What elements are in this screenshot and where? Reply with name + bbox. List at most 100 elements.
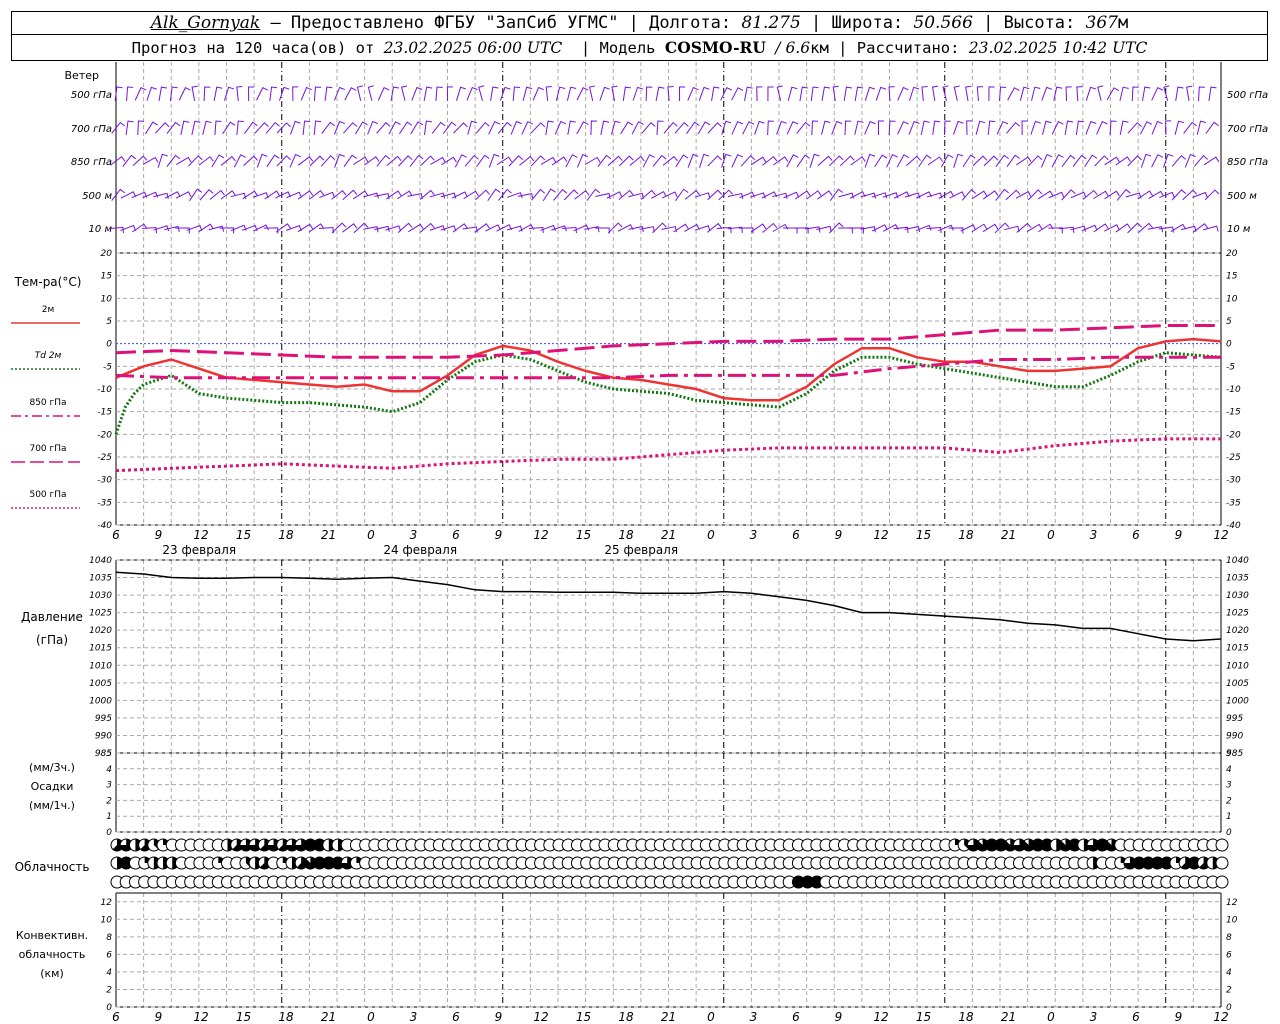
wind-barb — [1119, 86, 1129, 101]
conv-label-1: Конвективн. — [16, 929, 88, 942]
pressure-tick-left: 1040 — [89, 556, 112, 566]
time-tick-bottom: 15 — [576, 1010, 591, 1024]
wind-barb — [942, 85, 949, 101]
wind-barb — [796, 154, 810, 168]
wind-barb — [1051, 154, 1064, 168]
wind-barb — [410, 121, 423, 135]
wind-barb — [1193, 155, 1209, 167]
wind-barb — [223, 86, 235, 101]
wind-barb — [607, 222, 623, 234]
time-tick-top: 18 — [278, 528, 294, 542]
wind-barb — [464, 154, 479, 167]
precip-tick-left: 3 — [106, 781, 112, 791]
time-tick-bottom: 3 — [410, 1010, 418, 1024]
wind-barb — [918, 154, 932, 168]
wind-barb — [566, 86, 577, 101]
wind-barb — [333, 86, 345, 101]
wind-barb — [466, 86, 478, 101]
temp-tick-right: 10 — [1226, 294, 1238, 304]
wind-barb — [289, 153, 301, 168]
wind-barb — [655, 86, 665, 101]
temp-tick-right: -15 — [1226, 408, 1241, 418]
wind-barb — [1205, 121, 1219, 134]
wind-barb — [1140, 153, 1152, 168]
wind-barb — [1109, 120, 1117, 136]
wind-barb — [1151, 87, 1163, 101]
wind-barb — [1085, 120, 1097, 135]
wind-barb — [441, 156, 457, 166]
wind-barb — [356, 85, 364, 101]
precip-label-3: (мм/1ч.) — [29, 799, 75, 812]
wind-barb — [176, 156, 192, 165]
wind-barb — [166, 121, 181, 134]
wind-barb — [1171, 154, 1186, 167]
wind-barb — [367, 85, 374, 101]
wind-barb — [864, 153, 876, 168]
wind-barb — [821, 120, 831, 135]
wind-barb — [1163, 85, 1170, 101]
wind-barb — [584, 156, 601, 165]
wind-barb — [787, 86, 798, 101]
wind-barb — [189, 188, 203, 202]
pressure-tick-right: 1015 — [1226, 644, 1249, 654]
temp-tick-right: 0 — [1226, 340, 1232, 350]
pressure-tick-left: 1000 — [89, 696, 112, 706]
pressure-tick-left: 990 — [95, 731, 112, 741]
day-label: 25 февраля — [604, 543, 678, 557]
wind-barb — [711, 86, 720, 101]
wind-barb — [510, 120, 522, 135]
wind-barb — [698, 86, 710, 101]
wind-barb — [1097, 85, 1104, 101]
temp-tick-left: -30 — [97, 476, 112, 486]
wind-barb — [731, 87, 744, 101]
wind-barb — [1061, 189, 1076, 201]
precip-tick-right: 0 — [1226, 828, 1232, 838]
wind-barb — [631, 121, 644, 135]
time-tick-bottom: 6 — [452, 1010, 460, 1024]
wind-barb — [1175, 86, 1184, 101]
time-tick-bottom: 9 — [155, 1010, 163, 1024]
wind-barb — [622, 86, 631, 101]
wind-barb — [738, 227, 754, 234]
wind-barb — [1021, 120, 1028, 136]
wind-level-label-right: 500 м — [1227, 191, 1257, 202]
wind-barb — [202, 120, 212, 135]
wind-barb — [756, 86, 763, 102]
wind-barb — [721, 120, 732, 135]
time-tick-bottom: 6 — [792, 1010, 800, 1024]
wind-barb — [767, 86, 774, 102]
wind-barb — [727, 192, 744, 200]
wind-barb — [565, 154, 578, 168]
wind-barb — [996, 120, 1009, 135]
wind-barb — [1085, 86, 1097, 101]
time-tick-top: 3 — [410, 528, 418, 542]
wind-barb — [1016, 222, 1032, 233]
pressure-tick-left: 1030 — [89, 591, 112, 601]
conv-tick-right: 0 — [1226, 1003, 1232, 1013]
wind-barb — [1119, 120, 1129, 135]
wind-barb — [1127, 122, 1142, 134]
wind-barb — [718, 189, 734, 201]
wind-barb — [1165, 120, 1172, 136]
wind-barb — [953, 153, 964, 168]
temp-tick-right: 5 — [1226, 317, 1232, 327]
wind-barb — [397, 190, 413, 200]
wind-barb — [1072, 154, 1087, 167]
wind-barb — [423, 120, 432, 136]
time-tick-top: 12 — [533, 528, 548, 542]
wind-barb — [864, 120, 876, 135]
time-tick-top: 9 — [835, 528, 843, 542]
wind-barb — [454, 154, 467, 168]
wind-barb — [1006, 121, 1021, 134]
wind-barb — [620, 121, 634, 135]
time-tick-top: 0 — [707, 528, 715, 542]
wind-barb — [446, 86, 453, 102]
wind-barb — [897, 86, 909, 101]
wind-barb — [297, 156, 314, 166]
temp-tick-left: -10 — [97, 385, 112, 395]
pressure-title: Давление — [21, 610, 83, 624]
wind-barb — [498, 188, 512, 201]
wind-barb — [1198, 86, 1205, 102]
wind-barb — [220, 190, 236, 200]
wind-barb — [897, 120, 909, 135]
